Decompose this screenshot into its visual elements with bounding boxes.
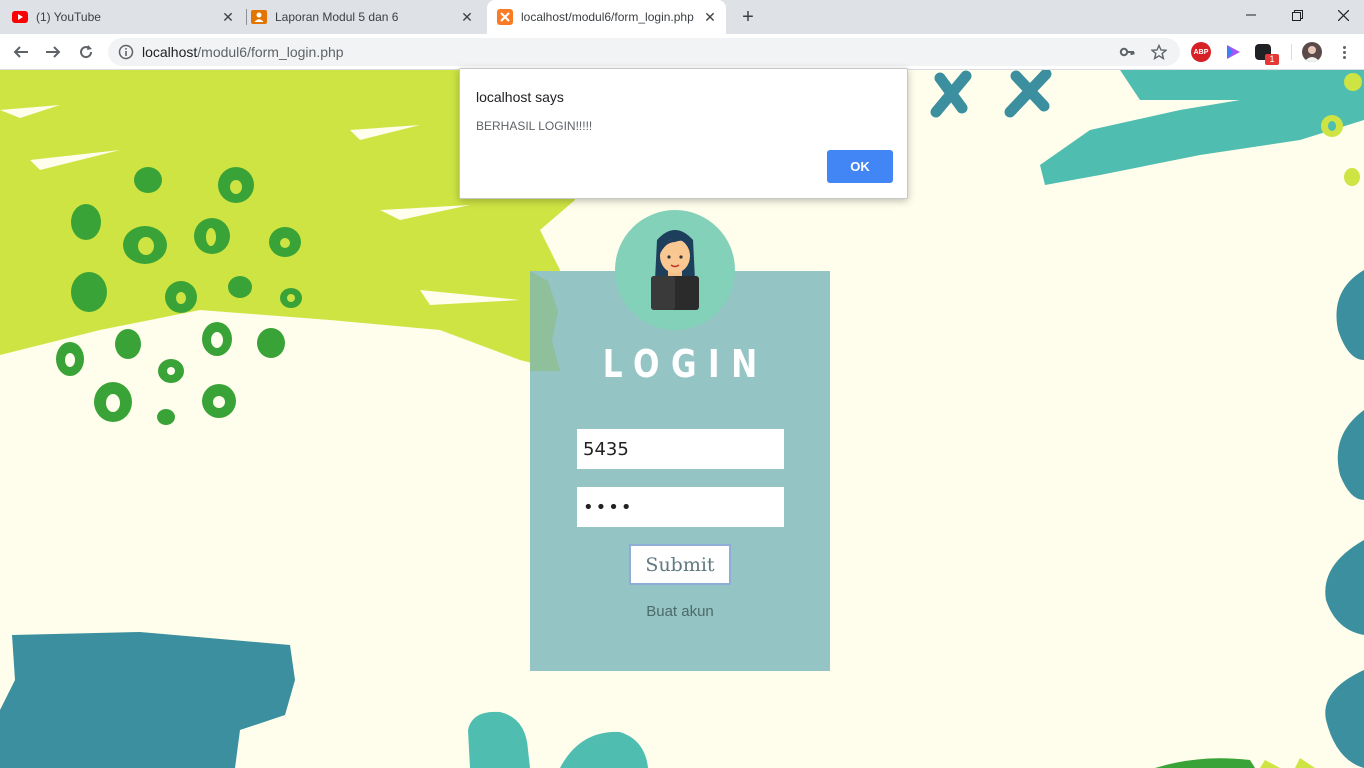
restore-button[interactable] [1274, 0, 1320, 30]
close-tab-icon[interactable]: ✕ [220, 9, 236, 25]
url-text[interactable]: localhost/modul6/form_login.php [142, 44, 344, 60]
tab-title: (1) YouTube [36, 10, 101, 24]
alert-dialog: localhost says BERHASIL LOGIN!!!!! OK [459, 68, 908, 199]
reload-button[interactable] [74, 40, 98, 64]
close-tab-icon[interactable]: ✕ [459, 9, 475, 25]
close-tab-icon[interactable]: ✕ [702, 9, 718, 25]
tab-form-login[interactable]: localhost/modul6/form_login.php ✕ [487, 0, 726, 34]
youtube-icon [12, 9, 28, 25]
star-icon[interactable] [1151, 44, 1167, 60]
reload-icon [80, 45, 93, 59]
back-button[interactable] [9, 40, 33, 64]
xampp-icon [497, 9, 513, 25]
login-heading: LOGIN [602, 342, 769, 386]
play-extension-icon[interactable] [1223, 42, 1243, 62]
info-icon[interactable] [118, 44, 134, 60]
address-bar[interactable]: localhost/modul6/form_login.php [108, 38, 1180, 66]
tab-title: Laporan Modul 5 dan 6 [275, 10, 399, 24]
ok-button[interactable]: OK [827, 150, 893, 183]
classroom-icon [251, 9, 267, 25]
dialog-title: localhost says [476, 89, 564, 105]
adblock-plus-icon[interactable]: ABP [1191, 42, 1211, 62]
tab-separator [246, 9, 247, 25]
arrow-right-icon [46, 46, 61, 58]
user-avatar [615, 210, 735, 330]
username-input[interactable]: 5435 [577, 429, 784, 469]
submit-button[interactable]: Submit [629, 544, 731, 585]
key-icon[interactable] [1119, 44, 1135, 60]
forward-button[interactable] [41, 40, 65, 64]
tab-title: localhost/modul6/form_login.php [521, 10, 694, 24]
toolbar-divider [1291, 44, 1292, 60]
create-account-link[interactable]: Buat akun [530, 603, 830, 620]
card-brush-overlap [530, 271, 560, 371]
tab-youtube[interactable]: (1) YouTube ✕ [12, 0, 244, 34]
tab-laporan[interactable]: Laporan Modul 5 dan 6 ✕ [251, 0, 483, 34]
password-input[interactable]: •••• [577, 487, 784, 527]
extension-badge: 1 [1265, 54, 1279, 65]
new-tab-button[interactable]: + [736, 5, 760, 29]
dialog-message: BERHASIL LOGIN!!!!! [476, 119, 593, 133]
profile-avatar[interactable] [1302, 42, 1322, 62]
close-window-button[interactable] [1320, 0, 1364, 30]
menu-kebab-icon[interactable] [1334, 42, 1354, 62]
user-with-laptop-icon [651, 230, 699, 310]
arrow-left-icon [13, 46, 28, 58]
browser-toolbar: localhost/modul6/form_login.php ABP 1 [0, 34, 1364, 70]
tab-strip: (1) YouTube ✕ Laporan Modul 5 dan 6 ✕ lo… [0, 0, 1364, 34]
minimize-button[interactable] [1228, 0, 1274, 30]
